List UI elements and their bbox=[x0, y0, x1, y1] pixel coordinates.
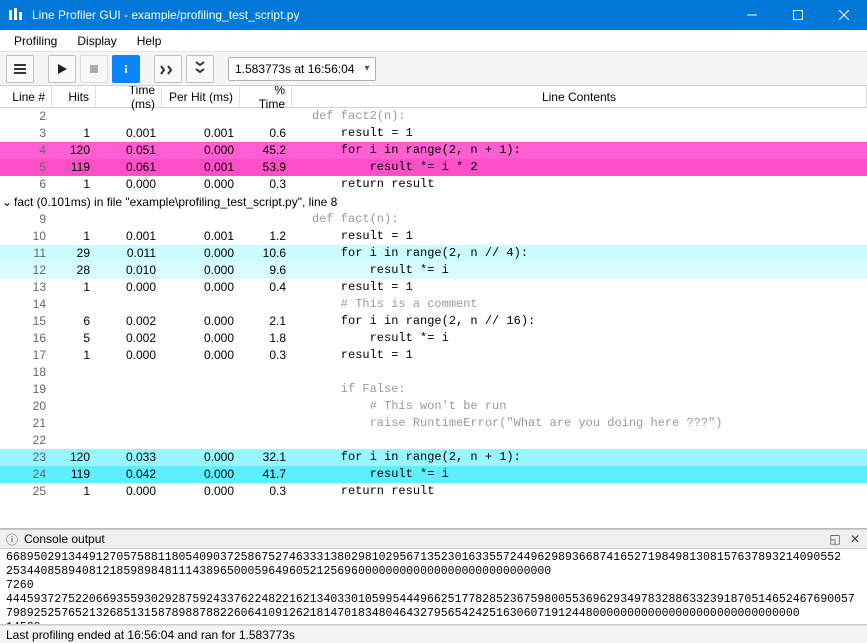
col-hits[interactable]: Hits bbox=[52, 86, 96, 107]
minimize-button[interactable] bbox=[729, 0, 775, 30]
code-cell: result *= i bbox=[292, 466, 867, 483]
expand-all-button[interactable] bbox=[154, 55, 182, 83]
undock-icon[interactable]: ◱ bbox=[827, 531, 843, 547]
table-row[interactable]: 14 # This is a comment bbox=[0, 296, 867, 313]
col-time[interactable]: Time (ms) bbox=[96, 86, 162, 107]
info-button[interactable] bbox=[112, 55, 140, 83]
history-select[interactable]: 1.583773s at 16:56:04 ▾ bbox=[228, 57, 376, 81]
table-row[interactable]: 1310.0000.0000.4 result = 1 bbox=[0, 279, 867, 296]
history-select-label: 1.583773s at 16:56:04 bbox=[235, 62, 354, 76]
stop-button[interactable] bbox=[80, 55, 108, 83]
col-pct[interactable]: % Time bbox=[240, 86, 292, 107]
console-line: 7260 bbox=[6, 579, 861, 593]
code-cell: result = 1 bbox=[292, 228, 867, 245]
code-cell bbox=[292, 432, 867, 449]
profile-table: Line # Hits Time (ms) Per Hit (ms) % Tim… bbox=[0, 86, 867, 529]
col-perhit[interactable]: Per Hit (ms) bbox=[162, 86, 240, 107]
code-cell: return result bbox=[292, 176, 867, 193]
menu-profiling[interactable]: Profiling bbox=[4, 32, 67, 50]
table-row[interactable]: 9def fact(n): bbox=[0, 211, 867, 228]
window-titlebar: Line Profiler GUI - example/profiling_te… bbox=[0, 0, 867, 30]
table-row[interactable]: 1710.0000.0000.3 result = 1 bbox=[0, 347, 867, 364]
table-row[interactable]: 22 bbox=[0, 432, 867, 449]
code-cell: for i in range(2, n + 1): bbox=[292, 142, 867, 159]
table-row[interactable]: 19 if False: bbox=[0, 381, 867, 398]
code-cell: return result bbox=[292, 483, 867, 500]
run-button[interactable] bbox=[48, 55, 76, 83]
table-header: Line # Hits Time (ms) Per Hit (ms) % Tim… bbox=[0, 86, 867, 108]
chevron-down-icon: ▾ bbox=[364, 63, 369, 74]
table-row[interactable]: 1560.0020.0002.1 for i in range(2, n // … bbox=[0, 313, 867, 330]
code-cell: if False: bbox=[292, 381, 867, 398]
info-icon: ⓘ bbox=[4, 531, 20, 547]
close-button[interactable] bbox=[821, 0, 867, 30]
console-output[interactable]: 6689502913449127057588118054090372586752… bbox=[0, 549, 867, 625]
table-row[interactable]: 12280.0100.0009.6 result *= i bbox=[0, 262, 867, 279]
code-cell: result *= i bbox=[292, 330, 867, 347]
maximize-button[interactable] bbox=[775, 0, 821, 30]
code-cell: def fact2(n): bbox=[292, 108, 867, 125]
close-icon[interactable]: ✕ bbox=[847, 531, 863, 547]
table-row[interactable]: 231200.0330.00032.1 for i in range(2, n … bbox=[0, 449, 867, 466]
code-cell: result = 1 bbox=[292, 347, 867, 364]
collapse-all-button[interactable] bbox=[186, 55, 214, 83]
table-row[interactable]: 18 bbox=[0, 364, 867, 381]
table-row[interactable]: 20 # This won't be run bbox=[0, 398, 867, 415]
code-cell: result = 1 bbox=[292, 125, 867, 142]
toolbar: 1.583773s at 16:56:04 ▾ bbox=[0, 52, 867, 86]
chevron-down-icon: ⌄ bbox=[2, 195, 14, 209]
table-row[interactable]: 1010.0010.0011.2 result = 1 bbox=[0, 228, 867, 245]
table-row[interactable]: 1650.0020.0001.8 result *= i bbox=[0, 330, 867, 347]
status-text: Last profiling ended at 16:56:04 and ran… bbox=[6, 628, 295, 642]
code-cell: # This won't be run bbox=[292, 398, 867, 415]
menu-display[interactable]: Display bbox=[67, 32, 126, 50]
table-row[interactable]: 241190.0420.00041.7 result *= i bbox=[0, 466, 867, 483]
col-contents[interactable]: Line Contents bbox=[292, 86, 867, 107]
code-cell: def fact(n): bbox=[292, 211, 867, 228]
col-line[interactable]: Line # bbox=[0, 86, 52, 107]
table-row[interactable]: 11290.0110.00010.6 for i in range(2, n /… bbox=[0, 245, 867, 262]
table-row[interactable]: 21 raise RuntimeError("What are you doin… bbox=[0, 415, 867, 432]
code-cell: raise RuntimeError("What are you doing h… bbox=[292, 415, 867, 432]
group-label: fact (0.101ms) in file "example\profilin… bbox=[14, 195, 337, 209]
function-group-header[interactable]: ⌄fact (0.101ms) in file "example\profili… bbox=[0, 193, 867, 211]
code-cell: for i in range(2, n // 4): bbox=[292, 245, 867, 262]
code-cell: for i in range(2, n // 16): bbox=[292, 313, 867, 330]
console-line: 2534408589408121859898481114389650005964… bbox=[6, 565, 861, 579]
code-cell: result = 1 bbox=[292, 279, 867, 296]
console-header: ⓘ Console output ◱ ✕ bbox=[0, 529, 867, 549]
table-row[interactable]: 310.0010.0010.6 result = 1 bbox=[0, 125, 867, 142]
table-body[interactable]: 2def fact2(n):310.0010.0010.6 result = 1… bbox=[0, 108, 867, 529]
statusbar: Last profiling ended at 16:56:04 and ran… bbox=[0, 625, 867, 643]
configure-button[interactable] bbox=[6, 55, 34, 83]
menubar: Profiling Display Help bbox=[0, 30, 867, 52]
console-line: 6689502913449127057588118054090372586752… bbox=[6, 551, 861, 565]
code-cell: # This is a comment bbox=[292, 296, 867, 313]
table-row[interactable]: 2def fact2(n): bbox=[0, 108, 867, 125]
window-title: Line Profiler GUI - example/profiling_te… bbox=[32, 8, 729, 22]
app-icon bbox=[8, 7, 24, 23]
menu-help[interactable]: Help bbox=[127, 32, 172, 50]
console-line: 4445937275220669355930292875924337622482… bbox=[6, 593, 861, 621]
console-title: Console output bbox=[24, 532, 105, 546]
table-row[interactable]: 51190.0610.00153.9 result *= i * 2 bbox=[0, 159, 867, 176]
code-cell: result *= i bbox=[292, 262, 867, 279]
table-row[interactable]: 610.0000.0000.3 return result bbox=[0, 176, 867, 193]
code-cell: for i in range(2, n + 1): bbox=[292, 449, 867, 466]
table-row[interactable]: 2510.0000.0000.3 return result bbox=[0, 483, 867, 500]
code-cell: result *= i * 2 bbox=[292, 159, 867, 176]
code-cell bbox=[292, 364, 867, 381]
table-row[interactable]: 41200.0510.00045.2 for i in range(2, n +… bbox=[0, 142, 867, 159]
